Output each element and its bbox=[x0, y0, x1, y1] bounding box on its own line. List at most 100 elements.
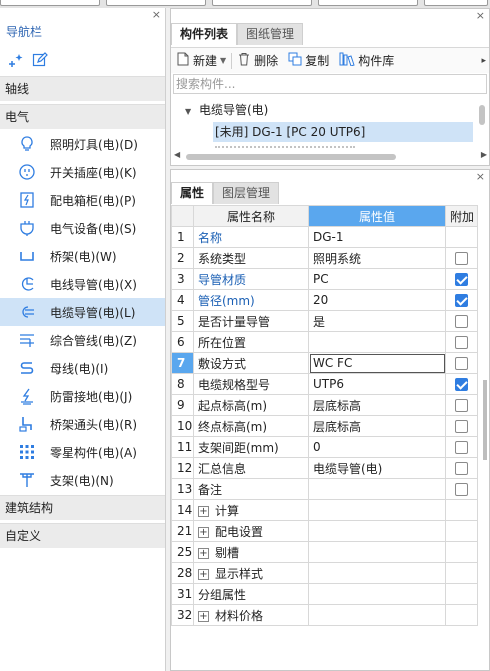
extra-cell bbox=[445, 583, 478, 605]
extra-checkbox[interactable] bbox=[455, 441, 468, 454]
extra-checkbox[interactable] bbox=[455, 462, 468, 475]
table-row[interactable]: 13 备注 bbox=[171, 478, 478, 500]
expand-plus-icon[interactable]: + bbox=[198, 505, 209, 517]
property-value[interactable]: PC bbox=[308, 268, 446, 290]
horizontal-scroll-thumb[interactable] bbox=[186, 154, 396, 160]
expand-plus-icon[interactable]: + bbox=[198, 610, 209, 622]
property-value[interactable]: 0 bbox=[308, 436, 446, 458]
extra-checkbox[interactable] bbox=[455, 252, 468, 265]
property-value[interactable]: 是 bbox=[308, 310, 446, 332]
table-row[interactable]: 9 起点标高(m) 层底标高 bbox=[171, 394, 478, 416]
edit-icon[interactable] bbox=[31, 51, 49, 69]
property-value[interactable]: 层底标高 bbox=[308, 394, 446, 416]
table-row[interactable]: 10 终点标高(m) 层底标高 bbox=[171, 415, 478, 437]
close-icon[interactable]: × bbox=[476, 10, 485, 21]
nav-item-integrated-pipeline[interactable]: 综合管线(电)(Z) bbox=[0, 326, 165, 354]
tab-drawing-management[interactable]: 图纸管理 bbox=[237, 23, 304, 45]
group-row[interactable]: 21 + 配电设置 bbox=[171, 520, 478, 542]
extra-checkbox[interactable] bbox=[455, 294, 468, 307]
property-value[interactable]: 20 bbox=[308, 289, 446, 311]
horizontal-scrollbar[interactable]: ◀ ▶ bbox=[174, 150, 487, 162]
category-custom[interactable]: 自定义 bbox=[0, 523, 165, 548]
table-row[interactable]: 3 导管材质 PC bbox=[171, 268, 478, 290]
category-axis[interactable]: 轴线 bbox=[0, 76, 165, 101]
table-row[interactable]: 12 汇总信息 电缆导管(电) bbox=[171, 457, 478, 479]
table-row[interactable]: 6 所在位置 bbox=[171, 331, 478, 353]
nav-item-tray-fitting[interactable]: 桥架通头(电)(R) bbox=[0, 410, 165, 438]
tab-properties[interactable]: 属性 bbox=[171, 182, 214, 204]
light-bulb-icon bbox=[17, 134, 37, 154]
copy-button[interactable]: 复制 bbox=[283, 52, 334, 69]
property-value[interactable]: DG-1 bbox=[308, 226, 446, 248]
property-value[interactable]: UTP6 bbox=[308, 373, 446, 395]
property-value[interactable]: 层底标高 bbox=[308, 415, 446, 437]
extra-checkbox[interactable] bbox=[455, 357, 468, 370]
nav-item-lighting[interactable]: 照明灯具(电)(D) bbox=[0, 130, 165, 158]
delete-button[interactable]: 删除 bbox=[232, 52, 283, 69]
nav-item-wire-conduit[interactable]: 电线导管(电)(X) bbox=[0, 270, 165, 298]
extra-checkbox[interactable] bbox=[455, 420, 468, 433]
nav-item-distribution-box[interactable]: 配电箱柜(电)(P) bbox=[0, 186, 165, 214]
nav-item-misc-component[interactable]: 零星构件(电)(A) bbox=[0, 438, 165, 466]
category-electric[interactable]: 电气 bbox=[0, 104, 165, 129]
table-row[interactable]: 7 敷设方式 WC FC bbox=[171, 352, 478, 374]
nav-item-electrical-equipment[interactable]: 电气设备(电)(S) bbox=[0, 214, 165, 242]
table-row[interactable]: 2 系统类型 照明系统 bbox=[171, 247, 478, 269]
group-row[interactable]: 28 + 显示样式 bbox=[171, 562, 478, 584]
toolbar-overflow-icon[interactable]: ▸ bbox=[481, 56, 486, 66]
property-value[interactable]: 照明系统 bbox=[308, 247, 446, 269]
top-combo-4[interactable] bbox=[318, 0, 418, 6]
group-row[interactable]: 32 + 材料价格 bbox=[171, 604, 478, 626]
property-value[interactable] bbox=[308, 478, 446, 500]
nav-item-switch-socket[interactable]: 开关插座(电)(K) bbox=[0, 158, 165, 186]
scroll-right-icon[interactable]: ▶ bbox=[481, 150, 487, 159]
table-row[interactable]: 8 电缆规格型号 UTP6 bbox=[171, 373, 478, 395]
close-icon[interactable]: × bbox=[476, 171, 485, 182]
top-combo-3[interactable] bbox=[212, 0, 312, 6]
expand-arrow-icon[interactable]: ▼ bbox=[185, 107, 191, 116]
property-value[interactable] bbox=[308, 331, 446, 353]
nav-item-cable-conduit[interactable]: 电缆导管(电)(L) bbox=[0, 298, 165, 326]
extra-checkbox[interactable] bbox=[455, 315, 468, 328]
dropdown-arrow-icon[interactable]: ▼ bbox=[220, 56, 226, 65]
extra-checkbox[interactable] bbox=[455, 336, 468, 349]
top-combo-5[interactable] bbox=[424, 0, 488, 6]
table-row[interactable]: 5 是否计量导管是 bbox=[171, 310, 478, 332]
top-combo-2[interactable] bbox=[106, 0, 206, 6]
property-value[interactable]: 电缆导管(电) bbox=[308, 457, 446, 479]
search-component-input[interactable]: 搜索构件... bbox=[173, 74, 487, 94]
extra-checkbox[interactable] bbox=[455, 483, 468, 496]
tab-component-list[interactable]: 构件列表 bbox=[171, 23, 238, 45]
extra-checkbox[interactable] bbox=[455, 378, 468, 391]
extra-cell bbox=[445, 604, 478, 626]
nav-item-cable-tray[interactable]: 桥架(电)(W) bbox=[0, 242, 165, 270]
top-combo-1[interactable] bbox=[0, 0, 100, 6]
expand-plus-icon[interactable]: + bbox=[198, 526, 209, 538]
new-button[interactable]: 新建 ▼ bbox=[171, 52, 231, 69]
nav-item-lightning-ground[interactable]: 防雷接地(电)(J) bbox=[0, 382, 165, 410]
component-library-button[interactable]: 构件库 bbox=[334, 52, 399, 69]
close-icon[interactable]: × bbox=[152, 9, 161, 20]
group-name-cell: + 显示样式 bbox=[193, 562, 309, 584]
scroll-left-icon[interactable]: ◀ bbox=[174, 150, 180, 159]
component-list-scrollbar[interactable] bbox=[479, 105, 485, 125]
property-value[interactable]: WC FC bbox=[308, 352, 446, 374]
group-row[interactable]: 14 + 计算 bbox=[171, 499, 478, 521]
add-sparkle-icon[interactable] bbox=[7, 51, 25, 69]
group-row[interactable]: 25 + 剔槽 bbox=[171, 541, 478, 563]
tab-layer-management[interactable]: 图层管理 bbox=[213, 182, 280, 204]
table-row[interactable]: 4 管径(mm) 20 bbox=[171, 289, 478, 311]
table-row[interactable]: 11 支架间距(mm) 0 bbox=[171, 436, 478, 458]
property-scrollbar[interactable] bbox=[483, 380, 487, 460]
group-row[interactable]: 31 分组属性 bbox=[171, 583, 478, 605]
nav-item-busbar[interactable]: 母线(电)(I) bbox=[0, 354, 165, 382]
table-row[interactable]: 1 名称 DG-1 bbox=[171, 226, 478, 248]
expand-plus-icon[interactable]: + bbox=[198, 568, 209, 580]
extra-checkbox[interactable] bbox=[455, 399, 468, 412]
tree-node-cable-conduit[interactable]: ▼ 电缆导管(电) bbox=[185, 101, 268, 118]
expand-plus-icon[interactable]: + bbox=[198, 547, 209, 559]
extra-checkbox[interactable] bbox=[455, 273, 468, 286]
tree-item-dg1[interactable]: [未用] DG-1 [PC 20 UTP6] bbox=[213, 122, 473, 142]
nav-item-bracket[interactable]: 支架(电)(N) bbox=[0, 466, 165, 494]
category-structure[interactable]: 建筑结构 bbox=[0, 495, 165, 520]
